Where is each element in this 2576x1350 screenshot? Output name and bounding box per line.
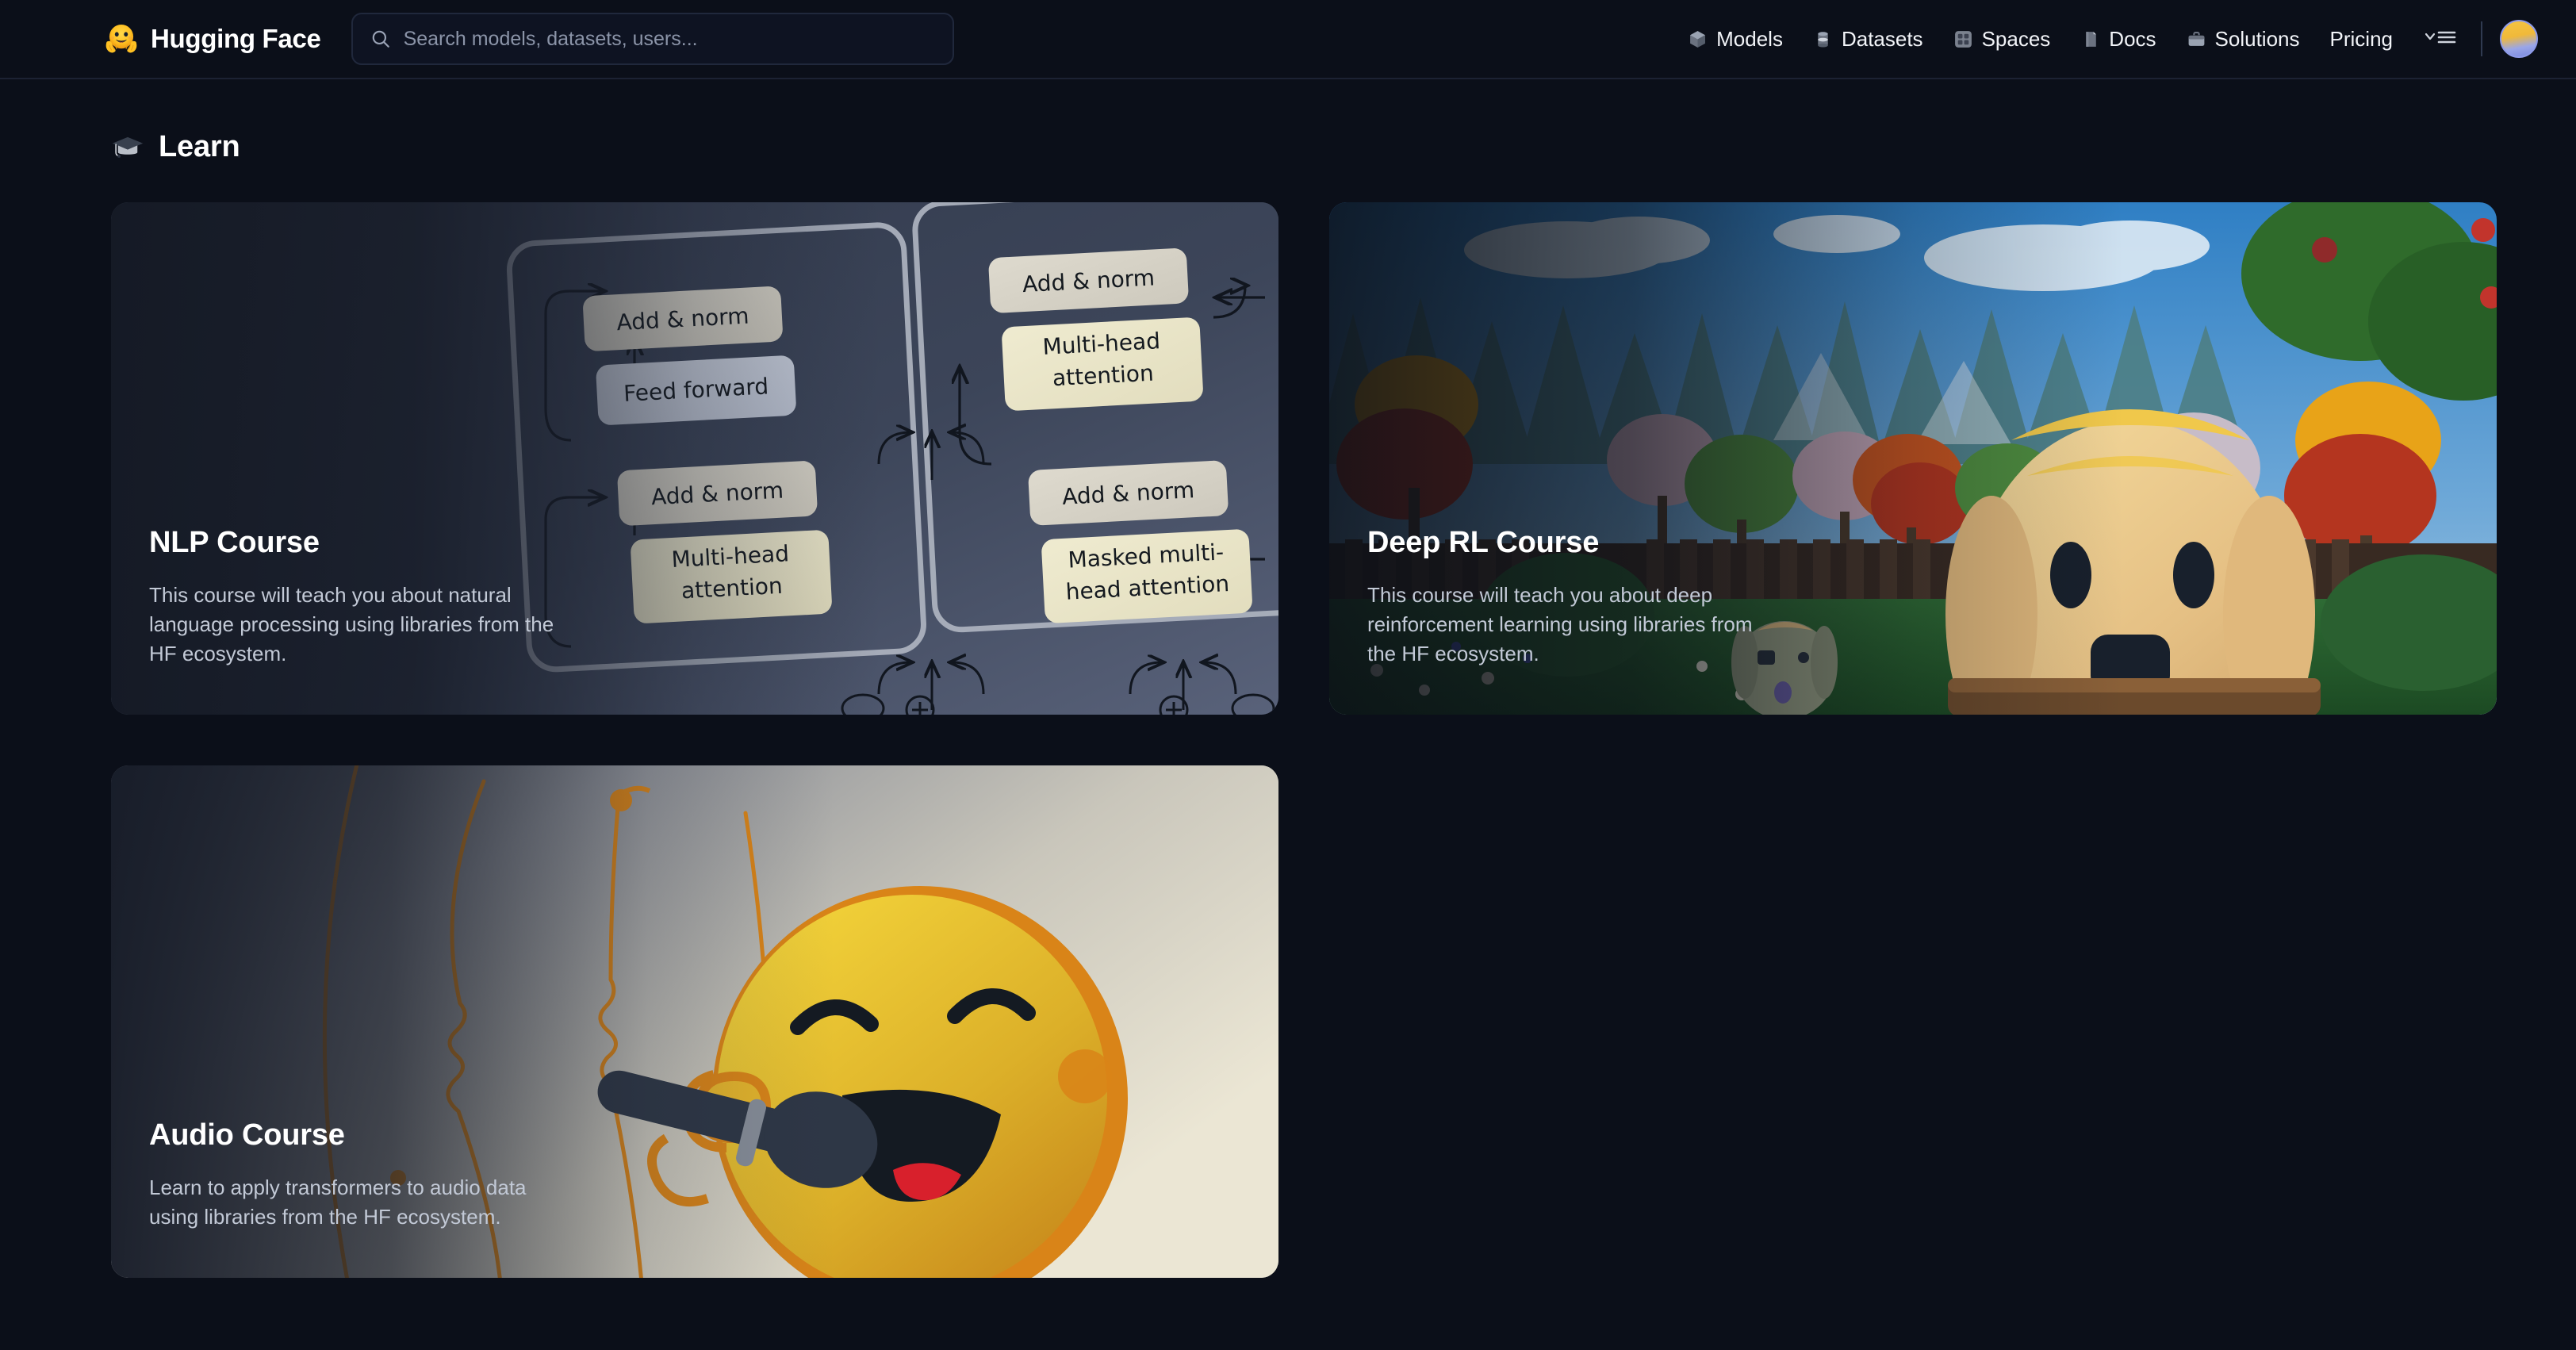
course-card-grid: Add & norm Feed forward Add & norm Multi…: [111, 202, 2497, 1278]
grid-squares-icon: [1953, 29, 1973, 49]
card-content: NLP Course This course will teach you ab…: [149, 526, 1240, 669]
nav-item-datasets[interactable]: Datasets: [1798, 19, 1938, 59]
hugging-face-logo-icon: [103, 21, 140, 57]
brand-name: Hugging Face: [151, 24, 321, 53]
nav-item-pricing[interactable]: Pricing: [2315, 19, 2408, 59]
card-title: NLP Course: [149, 526, 320, 560]
nav-label: Datasets: [1841, 26, 1923, 51]
nav-item-docs[interactable]: Docs: [2065, 19, 2171, 59]
card-description: Learn to apply transformers to audio dat…: [149, 1175, 527, 1229]
card-title: Deep RL Course: [1367, 526, 1600, 560]
nav-label: Solutions: [2214, 26, 2300, 51]
course-card-deep-rl[interactable]: Deep RL Course This course will teach yo…: [1329, 202, 2497, 715]
course-card-audio[interactable]: Audio Course Learn to apply transformers…: [111, 765, 1278, 1278]
top-navigation-bar: Hugging Face Models: [0, 0, 2576, 79]
page-title: Learn: [111, 130, 2465, 164]
brand-home-link[interactable]: Hugging Face: [103, 21, 321, 57]
nav-label: Spaces: [1981, 26, 2051, 51]
card-description: This course will teach you about natural…: [149, 583, 554, 666]
nav-item-models[interactable]: Models: [1673, 19, 1798, 59]
card-content: Deep RL Course This course will teach yo…: [1367, 526, 2459, 669]
nav-item-spaces[interactable]: Spaces: [1938, 19, 2066, 59]
cube-icon: [1688, 29, 1708, 49]
search-icon: [370, 29, 391, 49]
nav-label: Docs: [2109, 26, 2156, 51]
card-title: Audio Course: [149, 1118, 345, 1152]
card-content: Audio Course Learn to apply transformers…: [149, 1118, 1240, 1232]
database-icon: [1813, 29, 1833, 49]
nav-label: Pricing: [2329, 26, 2393, 51]
course-card-nlp[interactable]: Add & norm Feed forward Add & norm Multi…: [111, 202, 1278, 715]
nav-label: Models: [1716, 26, 1783, 51]
menu-toggle-button[interactable]: [2413, 19, 2468, 59]
book-icon: [2080, 29, 2100, 49]
learn-page: Learn NLP Course This course will teach …: [0, 79, 2576, 1278]
avatar[interactable]: [2500, 20, 2538, 58]
graduation-cap-icon: [111, 131, 144, 164]
chevron-down-hamburger-icon: [2424, 27, 2457, 52]
card-description: This course will teach you about deep re…: [1367, 583, 1753, 666]
page-title-text: Learn: [159, 130, 240, 163]
search-box[interactable]: [351, 13, 954, 65]
nav-item-solutions[interactable]: Solutions: [2172, 19, 2315, 59]
nav-divider: [2481, 21, 2482, 56]
main-nav: Models Datasets Spaces Docs Solutions Pr…: [1673, 19, 2538, 59]
search-input[interactable]: [403, 27, 935, 51]
briefcase-icon: [2187, 29, 2206, 49]
